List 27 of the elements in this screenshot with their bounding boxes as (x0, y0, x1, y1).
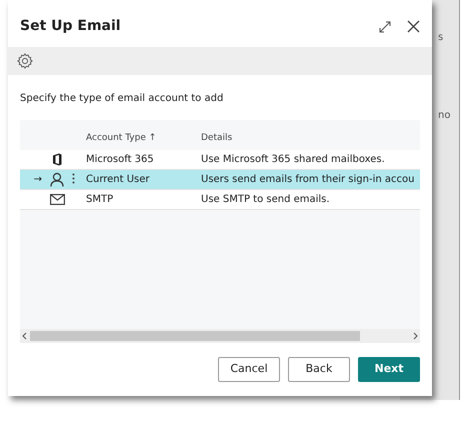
instruction-text: Specify the type of email account to add (19, 92, 224, 106)
more-options-icon[interactable] (72, 173, 75, 184)
table-cell-text: SMTP (86, 192, 114, 206)
mail-icon (50, 194, 64, 204)
table-cell-text: Current User (86, 172, 151, 186)
background-text: s (438, 31, 444, 45)
background-text: no (438, 109, 450, 123)
table-row[interactable]: → Current User Users send emails from their sign-in accou (20, 170, 420, 190)
table-row[interactable]: SMTP Use SMTP to send emails. (20, 190, 420, 210)
table-cell-text: Use SMTP to send emails. (201, 192, 331, 206)
settings-icon[interactable] (16, 52, 34, 70)
column-header[interactable]: Account Type ↑ (86, 133, 156, 143)
scrollbar-thumb[interactable] (30, 331, 360, 342)
dialog-button[interactable]: Back (288, 357, 350, 382)
row-pointer-icon: → (34, 172, 42, 186)
next-button[interactable]: Next (358, 357, 420, 382)
window-title: Set Up Email (20, 17, 121, 36)
user-icon (50, 172, 64, 186)
table-cell-text: Users send emails from their sign-in accou (201, 172, 416, 186)
close-icon[interactable] (407, 20, 420, 33)
table-row[interactable]: Microsoft 365 Use Microsoft 365 shared mailboxes. (20, 150, 420, 170)
table-cell-text: Use Microsoft 365 shared mailboxes. (201, 152, 386, 166)
office-icon (51, 152, 63, 166)
column-header[interactable]: Details (201, 133, 232, 143)
table-cell-text: Microsoft 365 (86, 152, 155, 166)
expand-icon[interactable] (379, 20, 391, 32)
dialog-button[interactable]: Cancel (218, 357, 280, 382)
